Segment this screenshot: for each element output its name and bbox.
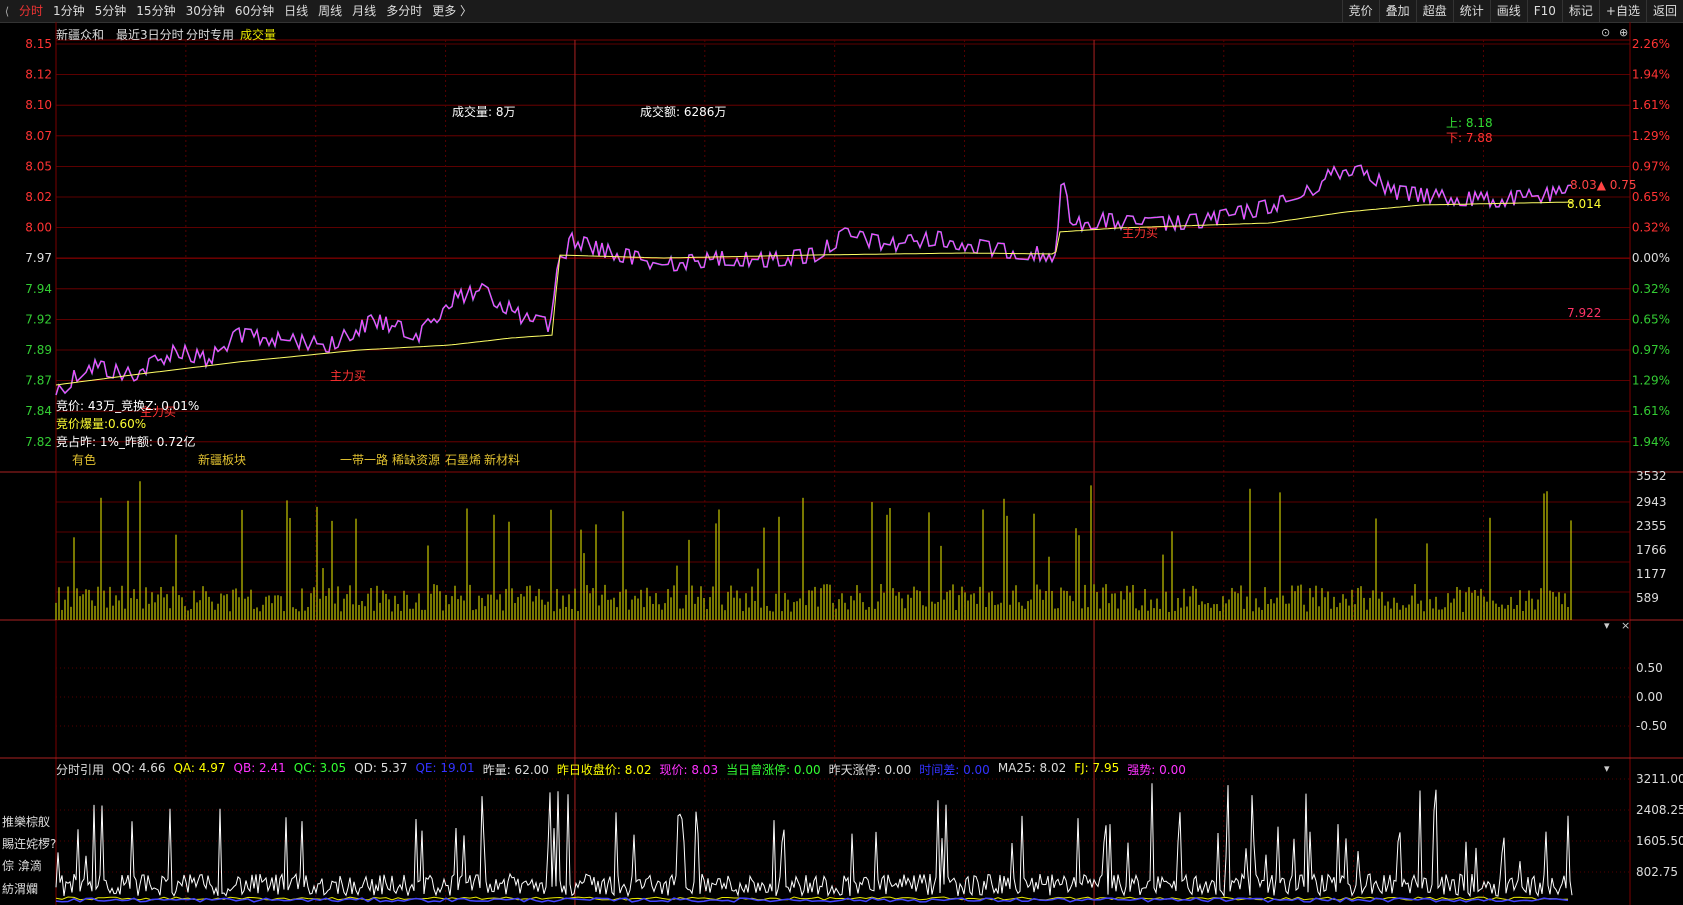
side-label[interactable]: 紡渭孄 — [2, 880, 38, 897]
indicator-value: MA25: 8.02 — [997, 761, 1067, 775]
indicator-header: 分时引用 QQ: 4.66 QA: 4.97 QB: 2.41 QC: 3.05 QD: … — [56, 761, 1186, 778]
indicator-value: 分时引用 — [56, 763, 105, 777]
indicator-value: FJ: 7.95 — [1074, 761, 1120, 775]
percent-axis-label: 0.65% — [1632, 312, 1670, 326]
tag-item[interactable]: 有色 — [72, 451, 96, 468]
volume-axis-label: 2943 — [1636, 495, 1667, 509]
tag-item[interactable]: 稀缺资源 — [392, 451, 440, 468]
settings-icon[interactable]: ⊙ — [1601, 26, 1610, 39]
side-label[interactable]: 推樂棕舣 — [2, 813, 50, 830]
percent-axis-label: 0.97% — [1632, 343, 1670, 357]
price-axis-label: 8.10 — [25, 98, 52, 112]
tag-item[interactable]: 新材料 — [484, 451, 520, 468]
percent-axis-label: 1.94% — [1632, 435, 1670, 449]
price-axis-label: 7.87 — [25, 374, 52, 388]
price-axis-label: 8.07 — [25, 129, 52, 143]
price-line — [55, 164, 1572, 396]
price-axis-label: 8.02 — [25, 190, 52, 204]
oscillator-axis-label: 0.50 — [1636, 661, 1663, 675]
special-label: 分时专用 — [186, 28, 235, 42]
percent-axis-label: 0.00% — [1632, 251, 1670, 265]
bottom-axis-label: 802.75 — [1636, 865, 1678, 879]
price-axis-label: 8.12 — [25, 68, 52, 82]
percent-axis-label: 1.61% — [1632, 98, 1670, 112]
indicator-name[interactable]: 成交量 — [240, 26, 276, 43]
volume-axis-label: 1766 — [1636, 543, 1667, 557]
indicator-value: QA: 4.97 — [173, 761, 226, 775]
price-axis-label: 8.05 — [25, 159, 52, 173]
oscillator-axis-label: -0.50 — [1636, 719, 1667, 733]
percent-axis-label: 0.32% — [1632, 221, 1670, 235]
indicator-value: 昨天涨停: 0.00 — [828, 763, 912, 777]
amount-summary: 成交额: 6286万 — [640, 105, 727, 119]
tag-item[interactable]: 石墨烯 — [445, 451, 481, 468]
lower-limit-label: 下: 7.88 — [1446, 131, 1493, 145]
indicator-value: 当日曾涨停: 0.00 — [726, 763, 821, 777]
auction-burst: 竞价爆量:0.60% — [56, 417, 147, 431]
percent-axis-label: 0.65% — [1632, 190, 1670, 204]
side-label[interactable]: 倧 渰滴 — [2, 857, 42, 874]
price-axis-label: 7.94 — [25, 282, 52, 296]
price-axis-label: 8.15 — [25, 37, 52, 51]
percent-axis-label: 0.97% — [1632, 159, 1670, 173]
panel-close-icon[interactable]: × — [1621, 619, 1630, 632]
percent-axis-label: 1.94% — [1632, 68, 1670, 82]
price-axis-label: 7.84 — [25, 404, 52, 418]
volume-axis-label: 2355 — [1636, 519, 1667, 533]
indicator-value: QD: 5.37 — [354, 761, 408, 775]
indicator-value: 时间差: 0.00 — [919, 763, 990, 777]
indicator-value: 昨日收盘价: 8.02 — [556, 763, 652, 777]
tag-item[interactable]: 新疆板块 — [198, 451, 246, 468]
price-axis-label: 7.92 — [25, 312, 52, 326]
indicator-value: 现价: 8.03 — [659, 763, 719, 777]
bottom-axis-label: 2408.25 — [1636, 803, 1683, 817]
indicator-line — [55, 783, 1573, 898]
indicator-value: 强势: 0.00 — [1127, 763, 1186, 777]
main-buy-marker: 主力买 — [1122, 226, 1159, 240]
bottom-axis-label: 1605.50 — [1636, 834, 1683, 848]
volume-axis-label: 3532 — [1636, 469, 1667, 483]
tag-item[interactable]: 一带一路 — [340, 451, 388, 468]
price-line-shadow — [55, 164, 1572, 396]
volume-summary: 成交量: 8万 — [452, 105, 516, 119]
average-line — [55, 201, 1573, 386]
low-mark-label: 7.922 — [1567, 306, 1602, 320]
indicator-value: QC: 3.05 — [293, 761, 347, 775]
add-icon[interactable]: ⊕ — [1619, 26, 1628, 39]
stock-name: 新疆众和 — [56, 28, 105, 42]
price-axis-label: 7.82 — [25, 435, 52, 449]
price-axis-label: 7.89 — [25, 343, 52, 357]
side-label[interactable]: 賜迕姹椤? — [2, 835, 56, 852]
bottom-dropdown-icon[interactable]: ▾ — [1604, 762, 1610, 775]
chart-mode[interactable]: 最近3日分时 — [116, 26, 184, 43]
panel-dropdown-icon[interactable]: ▾ — [1604, 619, 1610, 632]
indicator-value: 昨量: 62.00 — [482, 763, 549, 777]
main-buy-marker: 主力买 — [330, 369, 367, 383]
indicator-line-2 — [55, 896, 1569, 901]
avg-price-label: 8.014 — [1567, 197, 1602, 211]
oscillator-axis-label: 0.00 — [1636, 690, 1663, 704]
auction-info: 竞价: 43万_竞换Z: 0.01% — [56, 399, 200, 413]
percent-axis-label: 1.29% — [1632, 129, 1670, 143]
indicator-value: QE: 19.01 — [415, 761, 475, 775]
volume-axis-label: 1177 — [1636, 567, 1667, 581]
current-price-label: 8.03▲ 0.75 — [1570, 178, 1637, 192]
percent-axis-label: 0.32% — [1632, 282, 1670, 296]
volume-axis-label: 589 — [1636, 591, 1659, 605]
price-axis-label: 7.97 — [25, 251, 52, 265]
bottom-axis-label: 3211.00 — [1636, 772, 1683, 786]
indicator-value: QB: 2.41 — [233, 761, 286, 775]
percent-axis-label: 1.61% — [1632, 404, 1670, 418]
percent-axis-label: 2.26% — [1632, 37, 1670, 51]
indicator-value: QQ: 4.66 — [112, 761, 166, 775]
percent-axis-label: 1.29% — [1632, 374, 1670, 388]
auction-ratio: 竞占昨: 1%_昨额: 0.72亿 — [56, 435, 196, 449]
price-axis-label: 8.00 — [25, 221, 52, 235]
